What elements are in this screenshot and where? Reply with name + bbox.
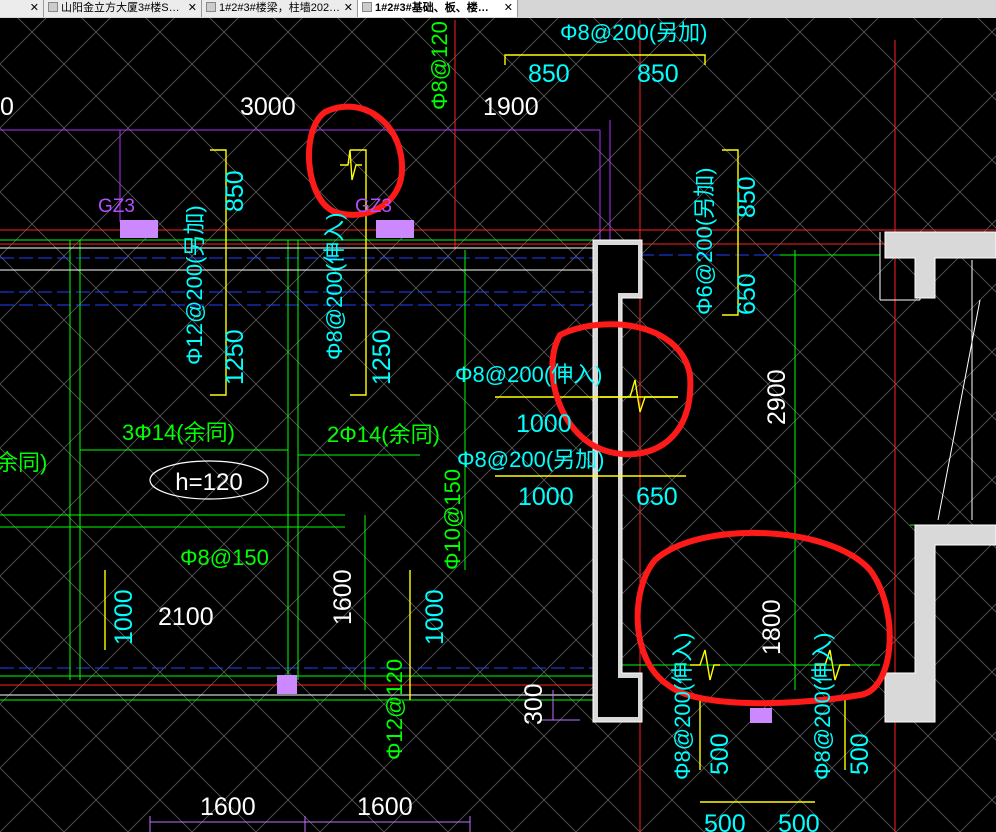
column-gz3-b [376,220,414,238]
dim-850-b: 850 [637,60,679,88]
dim-3000: 3000 [240,93,296,121]
cad-drawing-canvas[interactable]: h=120 GZ3 GZ3 0 3000 1900 2100 1600 1600… [0,18,996,832]
dim-1600-a: 1600 [200,793,256,821]
dim-1900: 1900 [483,93,539,121]
dim-850-a: 850 [528,60,570,88]
dim-500-c: 500 [704,810,746,832]
rebar-phi8-120: Φ8@120 [427,21,452,110]
close-icon[interactable]: ✕ [344,0,353,17]
dim-1600-b: 1600 [357,793,413,821]
dim-650-a: 650 [733,273,761,315]
tab-bar: ✕ 山阳金立方大厦3#楼S… ✕ 1#2#3#楼梁，柱墙202… ✕ 1#2#3… [0,0,996,19]
rebar-phi8-150: Φ8@150 [180,545,269,570]
dim-2100: 2100 [158,603,214,631]
rebar-right-vertical: Φ6@200(另加) [692,168,717,315]
dim-1250-b: 1250 [368,329,396,385]
dim-1000-b: 1000 [518,483,574,511]
tab-1[interactable]: 山阳金立方大厦3#楼S… ✕ [44,0,202,17]
column-label-gz3-b: GZ3 [355,196,392,217]
tab-3-label: 1#2#3#基础、板、楼… [375,2,489,14]
dim-500-d: 500 [778,810,820,832]
dim-1000-a: 1000 [516,410,572,438]
dim-500-a: 500 [706,733,734,775]
close-icon[interactable]: ✕ [30,0,39,17]
close-icon[interactable]: ✕ [188,0,197,17]
rebar-3phi14: 3Φ14(余同) [122,420,235,445]
rebar-phi12-120: Φ12@120 [382,659,407,760]
dim-1600-v: 1600 [329,569,357,625]
dim-500-b: 500 [846,733,874,775]
rebar-mid-vertical: Φ8@200(伸入) [322,213,347,360]
dim-1000-c: 1000 [110,589,138,645]
tab-1-label: 山阳金立方大厦3#楼S… [61,2,180,14]
rebar-left-edge: 余同) [0,450,47,475]
dim-1250-a: 1250 [221,329,249,385]
column-gz3-a [120,220,158,238]
rebar-mid-add: Φ8@200(另加) [457,447,604,472]
tab-3[interactable]: 1#2#3#基础、板、楼… ✕ [358,0,518,17]
column-label-gz3-a: GZ3 [98,196,135,217]
dim-1800: 1800 [758,599,786,655]
tab-2[interactable]: 1#2#3#楼梁，柱墙202… ✕ [202,0,358,17]
file-icon [206,2,216,12]
file-icon [48,2,58,12]
column-c [277,675,297,694]
close-icon[interactable]: ✕ [504,0,513,17]
rebar-bottom-right: Φ8@200(伸入) [810,633,835,780]
dim-300: 300 [520,683,548,725]
dim-850-d: 850 [733,176,761,218]
rebar-bottom-left: Φ8@200(伸入) [670,633,695,780]
rebar-phi10-150: Φ10@150 [440,469,465,570]
column-d [750,708,772,723]
dim-850-c: 850 [221,170,249,212]
rebar-top-add: Φ8@200(另加) [560,20,707,45]
slab-thickness-label: h=120 [175,469,242,496]
dim-1000-d: 1000 [421,589,449,645]
dim-650-b: 650 [636,483,678,511]
rebar-mid-in: Φ8@200(伸入) [455,362,602,387]
rebar-left-vertical: Φ12@200(另加) [182,205,207,365]
tab-0[interactable]: ✕ [0,0,44,17]
dim-2900: 2900 [763,369,791,425]
rebar-2phi14: 2Φ14(余同) [327,422,440,447]
tab-2-label: 1#2#3#楼梁，柱墙202… [219,2,341,14]
file-icon [362,2,372,12]
dim-0: 0 [0,93,14,121]
